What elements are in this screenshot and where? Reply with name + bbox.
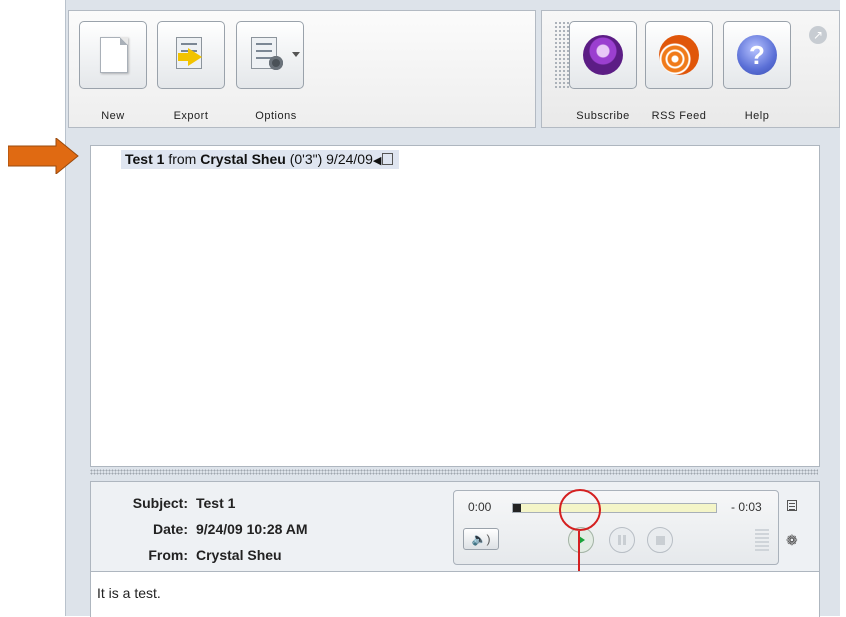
progress-bar[interactable] [512,503,717,513]
stop-icon [656,536,665,545]
options-label: Options [255,110,297,122]
pause-icon [618,535,621,545]
new-document-icon [100,37,128,73]
main-toolbar: New Export Options [68,10,536,128]
feed-toolbar: Subscribe RSS Feed ? Help [541,10,840,128]
subject-label: Subject: [132,495,188,511]
annotation-arrow [8,138,79,174]
elapsed-time: 0:00 [468,500,492,514]
gear-icon [269,56,283,70]
subscribe-label: Subscribe [576,110,630,122]
podcast-icon [583,35,623,75]
export-arrow-icon [178,48,202,66]
message-date: 9/24/09 [326,151,373,167]
from-value: Crystal Sheu [196,547,282,563]
stop-button[interactable] [647,527,673,553]
remaining-time: - 0:03 [731,500,762,514]
paw-icon[interactable]: ❁ [786,532,798,549]
transcript-icon [382,153,394,165]
toolbar-grip[interactable] [554,21,570,89]
help-label: Help [744,110,770,122]
from-label: From: [148,547,188,563]
rss-feed-label: RSS Feed [651,110,707,122]
options-button[interactable] [236,21,304,89]
export-label: Export [173,110,209,122]
message-list: Test 1 from Crystal Sheu (0'3") 9/24/09◀ [90,145,820,467]
audio-player: 0:00 - 0:03 🔈) [453,490,779,565]
message-from-word: from [168,151,197,167]
date-value: 9/24/09 10:28 AM [196,521,308,537]
volume-icon: 🔈) [471,532,491,546]
new-button[interactable] [79,21,147,89]
subscribe-button[interactable] [569,21,637,89]
speaker-icon: ◀ [372,155,382,167]
help-button[interactable]: ? [723,21,791,89]
date-label: Date: [152,521,188,537]
subject-value: Test 1 [196,495,236,511]
help-icon: ? [737,35,777,75]
annotation-circle [559,489,601,531]
expand-icon[interactable]: ↗ [809,26,827,44]
chevron-down-icon [292,52,300,57]
pause-button[interactable] [609,527,635,553]
message-row[interactable]: Test 1 from Crystal Sheu (0'3") 9/24/09◀ [121,150,400,169]
menu-icon[interactable] [787,500,797,511]
message-subject: Test 1 [125,151,165,167]
volume-button[interactable]: 🔈) [463,528,499,550]
rss-icon [659,35,699,75]
level-meter-icon [755,529,769,553]
progress-fill [513,504,522,512]
pane-splitter[interactable] [90,469,818,475]
rss-feed-button[interactable] [645,21,713,89]
message-body-text: It is a test. [97,585,161,601]
message-duration: (0'3") [289,151,323,167]
export-button[interactable] [157,21,225,89]
new-label: New [101,110,125,122]
message-body: It is a test. [90,571,820,617]
message-sender: Crystal Sheu [200,151,286,167]
